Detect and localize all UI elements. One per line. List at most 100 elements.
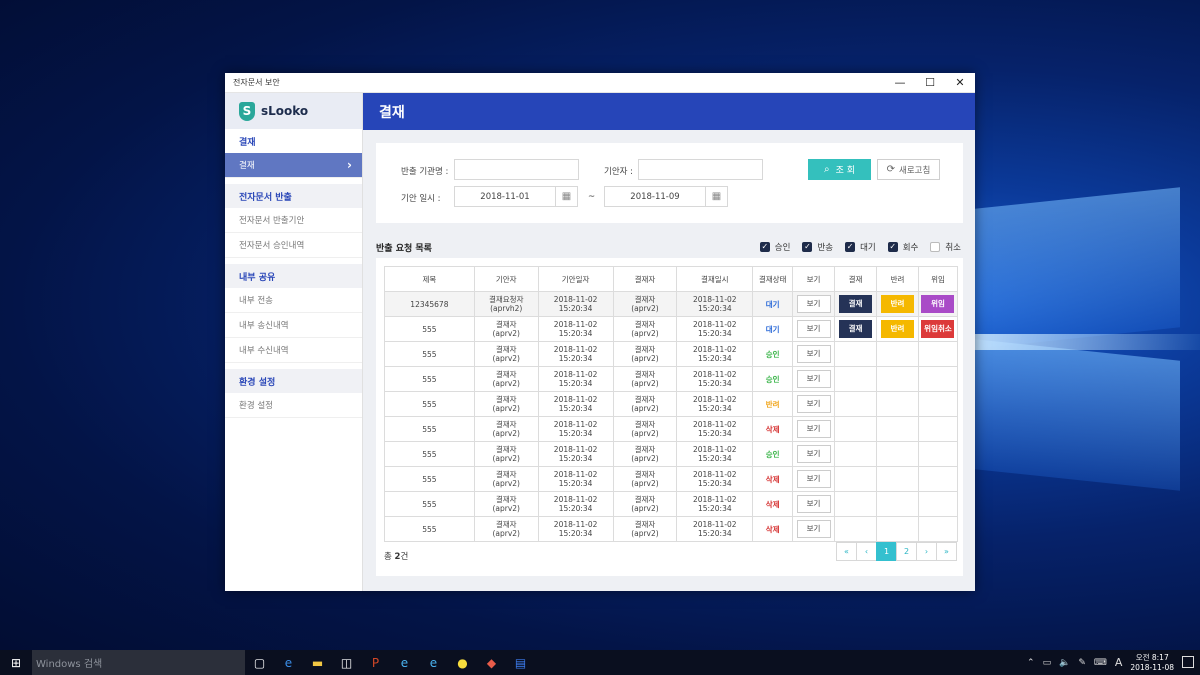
delegate-cell: 위임취소 bbox=[917, 316, 959, 342]
status-badge: 승인 bbox=[765, 374, 780, 384]
reject-button[interactable]: 반려 bbox=[881, 295, 914, 313]
view-button[interactable]: 보기 bbox=[796, 345, 831, 363]
date-to-input[interactable]: 2018-11-09 bbox=[604, 186, 706, 207]
minimize-button[interactable]: — bbox=[885, 73, 915, 93]
filter-checkbox[interactable]: ✓ 승인 bbox=[759, 241, 790, 253]
table-row[interactable]: 555 결재자 (aprv2) 2018-11-02 15:20:34 결재자 (aprv2… bbox=[384, 441, 959, 467]
table-row[interactable]: 555 결재자 (aprv2) 2018-11-02 15:20:34 결재자 (aprv2… bbox=[384, 491, 959, 517]
next-page-button[interactable]: › bbox=[916, 542, 937, 561]
view-button[interactable]: 보기 bbox=[796, 370, 831, 388]
store-icon[interactable]: ◫ bbox=[332, 650, 361, 675]
keyboard-icon[interactable]: ⌨ bbox=[1094, 658, 1107, 668]
sidebar: S sLooko 결재 결재 › 전자문서 반출 전자문서 반출기안 전자문서 … bbox=[225, 93, 363, 591]
view-cell: 보기 bbox=[792, 491, 836, 517]
table-row[interactable]: 555 결재자 (aprv2) 2018-11-02 15:20:34 결재자 (aprv2… bbox=[384, 366, 959, 392]
view-cell: 보기 bbox=[792, 391, 836, 417]
reject-cell bbox=[876, 341, 919, 367]
delegate-cell bbox=[917, 416, 959, 442]
drafter-input[interactable] bbox=[638, 159, 763, 180]
filter-checkbox[interactable]: ✓ 대기 bbox=[845, 241, 876, 253]
page-button[interactable]: 2 bbox=[896, 542, 917, 561]
last-page-button[interactable]: » bbox=[936, 542, 957, 561]
drafter-cell-text: 결재요청자 bbox=[488, 295, 524, 304]
delegate-button[interactable]: 위임 bbox=[921, 295, 955, 313]
task-view-icon[interactable]: ▢ bbox=[245, 650, 274, 675]
table-row[interactable]: 555 결재자 (aprv2) 2018-11-02 15:20:34 결재자 (aprv2… bbox=[384, 316, 959, 342]
pen-icon[interactable]: ✎ bbox=[1078, 658, 1086, 668]
reject-button[interactable]: 반려 bbox=[881, 320, 914, 338]
sidebar-item-internal-received[interactable]: 내부 수신내역 bbox=[225, 338, 362, 363]
page-button[interactable]: 1 bbox=[876, 542, 897, 561]
table-row[interactable]: 12345678 결재요청자 (aprvh2) 2018-11-02 15:20:34 결… bbox=[384, 291, 959, 317]
filter-checkbox[interactable]: ✓ 반송 bbox=[802, 241, 833, 253]
view-button[interactable]: 보기 bbox=[796, 295, 831, 313]
drafter-cell-text: (aprv2) bbox=[492, 354, 520, 363]
approve-button[interactable]: 결재 bbox=[839, 320, 873, 338]
approve-date-cell-text: 15:20:34 bbox=[697, 504, 732, 513]
windows-search-input[interactable]: Windows 검색 bbox=[32, 650, 245, 675]
checkmark-icon[interactable]: ✓ bbox=[802, 242, 813, 252]
approve-cell bbox=[834, 491, 878, 517]
calendar-icon[interactable]: ▦ bbox=[706, 186, 728, 207]
view-button[interactable]: 보기 bbox=[796, 320, 831, 338]
org-input[interactable] bbox=[454, 159, 579, 180]
table-row[interactable]: 555 결재자 (aprv2) 2018-11-02 15:20:34 결재자 (aprv2… bbox=[384, 416, 959, 442]
notification-icon[interactable] bbox=[1182, 656, 1194, 668]
sidebar-item-settings[interactable]: 환경 설정 bbox=[225, 393, 362, 418]
drafter-cell: 결재자 (aprv2) bbox=[473, 491, 539, 517]
sidebar-item-internal-sent[interactable]: 내부 송신내역 bbox=[225, 313, 362, 338]
view-button[interactable]: 보기 bbox=[796, 395, 831, 413]
view-button[interactable]: 보기 bbox=[796, 520, 831, 538]
approve-button[interactable]: 결재 bbox=[839, 295, 873, 313]
volume-icon[interactable]: 🔈 bbox=[1059, 658, 1070, 668]
clock[interactable]: 오전 8:17 2018-11-08 bbox=[1130, 653, 1174, 673]
main-content: 결재 반출 기관명 : 기안자 : 기안 일시 : 2018-11-01 ▦ ~… bbox=[363, 93, 975, 591]
sidebar-item-internal-send[interactable]: 내부 전송 bbox=[225, 288, 362, 313]
calendar-icon[interactable]: ▦ bbox=[556, 186, 578, 207]
kakaotalk-icon[interactable]: ● bbox=[448, 650, 477, 675]
refresh-button[interactable]: ⟳ 새로고침 bbox=[877, 159, 940, 180]
search-button[interactable]: ⌕ 조 회 bbox=[808, 159, 871, 180]
filter-checkbox[interactable]: 취소 bbox=[930, 241, 961, 253]
draft-date-cell-text: 15:20:34 bbox=[558, 529, 593, 538]
delegate-cell bbox=[917, 516, 959, 542]
view-button[interactable]: 보기 bbox=[796, 470, 831, 488]
docs-icon[interactable]: ▤ bbox=[506, 650, 535, 675]
maximize-button[interactable]: ☐ bbox=[915, 73, 945, 93]
checkmark-icon[interactable]: ✓ bbox=[845, 242, 856, 252]
view-button[interactable]: 보기 bbox=[796, 445, 831, 463]
ie-icon[interactable]: e bbox=[419, 650, 448, 675]
sidebar-item-export-draft[interactable]: 전자문서 반출기안 bbox=[225, 208, 362, 233]
powerpoint-icon[interactable]: P bbox=[361, 650, 390, 675]
view-button[interactable]: 보기 bbox=[796, 420, 831, 438]
table-row[interactable]: 555 결재자 (aprv2) 2018-11-02 15:20:34 결재자 (aprv2… bbox=[384, 391, 959, 417]
checkmark-icon[interactable]: ✓ bbox=[759, 242, 770, 252]
sidebar-item-export-history[interactable]: 전자문서 승인내역 bbox=[225, 233, 362, 258]
checkmark-icon[interactable]: ✓ bbox=[887, 242, 898, 252]
logo[interactable]: S sLooko bbox=[225, 93, 362, 129]
windows-start-icon[interactable]: ⊞ bbox=[0, 650, 32, 675]
network-icon[interactable]: ▭ bbox=[1043, 658, 1052, 668]
approve-cell bbox=[834, 416, 878, 442]
chevron-up-icon[interactable]: ⌃ bbox=[1027, 658, 1035, 668]
approve-date-cell: 2018-11-02 15:20:34 bbox=[676, 291, 754, 317]
filter-checkbox[interactable]: ✓ 회수 bbox=[887, 241, 918, 253]
prev-page-button[interactable]: ‹ bbox=[856, 542, 877, 561]
edge-icon[interactable]: e bbox=[274, 650, 303, 675]
close-button[interactable]: ✕ bbox=[945, 73, 975, 93]
sidebar-item-approval[interactable]: 결재 › bbox=[225, 153, 362, 178]
checkbox-empty-icon[interactable] bbox=[930, 242, 941, 252]
delegate-button[interactable]: 위임취소 bbox=[921, 320, 955, 338]
first-page-button[interactable]: « bbox=[836, 542, 857, 561]
ime-indicator[interactable]: A bbox=[1115, 656, 1123, 669]
paint-icon[interactable]: ◆ bbox=[477, 650, 506, 675]
ie-icon[interactable]: e bbox=[390, 650, 419, 675]
date-from-input[interactable]: 2018-11-01 bbox=[454, 186, 556, 207]
view-button[interactable]: 보기 bbox=[796, 495, 831, 513]
table-row[interactable]: 555 결재자 (aprv2) 2018-11-02 15:20:34 결재자 (aprv2… bbox=[384, 466, 959, 492]
table-row[interactable]: 555 결재자 (aprv2) 2018-11-02 15:20:34 결재자 (aprv2… bbox=[384, 341, 959, 367]
drafter-cell: 결재자 (aprv2) bbox=[473, 391, 539, 417]
file-explorer-icon[interactable]: ▬ bbox=[303, 650, 332, 675]
approve-date-cell-text: 2018-11-02 bbox=[692, 370, 737, 379]
table-row[interactable]: 555 결재자 (aprv2) 2018-11-02 15:20:34 결재자 (aprv2… bbox=[384, 516, 959, 542]
